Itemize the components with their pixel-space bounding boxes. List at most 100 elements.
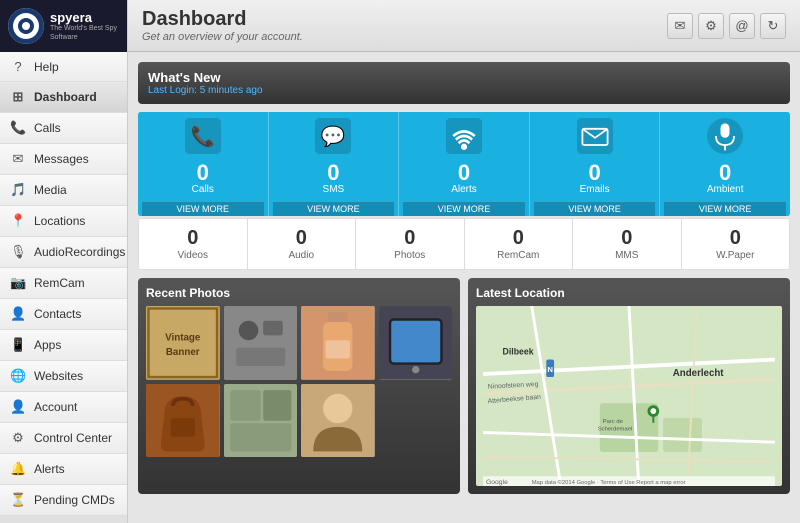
sidebar-label-apps: Apps: [34, 338, 61, 352]
sidebar-item-help[interactable]: ? Help: [0, 52, 127, 82]
contacts-icon: 👤: [10, 306, 26, 322]
controlcenter-icon: ⚙: [10, 430, 26, 446]
view-more-calls[interactable]: VIEW MORE: [142, 201, 264, 216]
stat-sms: 💬 0 SMS VIEW MORE: [269, 112, 400, 216]
at-icon-btn[interactable]: @: [729, 13, 755, 39]
wpaper-sec-label: W.Paper: [716, 250, 754, 261]
dashboard-icon: ⊞: [10, 89, 26, 105]
sidebar-label-help: Help: [34, 60, 59, 74]
svg-text:Banner: Banner: [166, 347, 200, 358]
ambient-label: Ambient: [707, 184, 744, 195]
alerts-value: 0: [458, 162, 470, 184]
sec-stat-photos: 0 Photos: [356, 219, 465, 269]
ambient-icon: [707, 118, 743, 160]
last-login-text: Last Login: 5 minutes ago: [148, 85, 780, 96]
mms-sec-label: MMS: [615, 250, 638, 261]
sec-stat-videos: 0 Videos: [139, 219, 248, 269]
sec-stat-wpaper: 0 W.Paper: [682, 219, 790, 269]
sidebar-label-alerts: Alerts: [34, 462, 65, 476]
sec-stat-audio: 0 Audio: [248, 219, 357, 269]
sidebar: spyera The World's Best Spy Software ? H…: [0, 0, 128, 523]
secondary-stats-row: 0 Videos 0 Audio 0 Photos 0 RemCam 0 MMS…: [138, 218, 790, 270]
sidebar-label-locations: Locations: [34, 214, 85, 228]
ambient-value: 0: [719, 162, 731, 184]
account-icon: 👤: [10, 399, 26, 415]
svg-text:Scherdemael: Scherdemael: [598, 427, 632, 433]
photo-thumb-4[interactable]: [379, 306, 453, 380]
photo-thumb-3[interactable]: [301, 306, 375, 380]
svg-text:Parc de: Parc de: [603, 419, 623, 425]
header-actions: ✉ ⚙ @ ↻: [667, 13, 786, 39]
view-more-emails[interactable]: VIEW MORE: [534, 201, 656, 216]
logo-icon: [8, 8, 44, 44]
sidebar-item-controlcenter[interactable]: ⚙ Control Center: [0, 423, 127, 454]
svg-text:Anderlecht: Anderlecht: [673, 368, 725, 379]
gear-icon-btn[interactable]: ⚙: [698, 13, 724, 39]
sidebar-item-locations[interactable]: 📍 Locations: [0, 206, 127, 237]
sidebar-item-media[interactable]: 🎵 Media: [0, 175, 127, 206]
help-icon: ?: [10, 59, 26, 74]
whats-new-title: What's New: [148, 70, 780, 85]
sidebar-item-contacts[interactable]: 👤 Contacts: [0, 299, 127, 330]
view-more-ambient[interactable]: VIEW MORE: [664, 201, 786, 216]
logo-name: spyera: [50, 10, 119, 26]
stat-calls: 📞 0 Calls VIEW MORE: [138, 112, 269, 216]
sidebar-label-pendingcmds: Pending CMDs: [34, 493, 115, 507]
sidebar-item-alerts[interactable]: 🔔 Alerts: [0, 454, 127, 485]
sidebar-item-apps[interactable]: 📱 Apps: [0, 330, 127, 361]
sidebar-label-dashboard: Dashboard: [34, 90, 97, 104]
photo-thumb-5[interactable]: [146, 384, 220, 458]
photo-grid: Vintage Banner: [146, 306, 452, 457]
sidebar-item-account[interactable]: 👤 Account: [0, 392, 127, 423]
photos-sec-value: 0: [404, 227, 415, 250]
calls-icon: 📞: [10, 120, 26, 136]
sec-stat-remcam: 0 RemCam: [465, 219, 574, 269]
photo-thumb-6[interactable]: [224, 384, 298, 458]
videos-sec-value: 0: [187, 227, 198, 250]
sec-stat-mms: 0 MMS: [573, 219, 682, 269]
svg-text:Map data ©2014 Google · Terms: Map data ©2014 Google · Terms of Use Rep…: [532, 479, 686, 486]
sidebar-item-pendingcmds[interactable]: ⏳ Pending CMDs: [0, 485, 127, 516]
sidebar-nav: ? Help ⊞ Dashboard 📞 Calls ✉ Messages 🎵 …: [0, 52, 127, 516]
page-subtitle: Get an overview of your account.: [142, 31, 303, 43]
media-icon: 🎵: [10, 182, 26, 198]
alerts-label: Alerts: [451, 184, 477, 195]
photo-thumb-2[interactable]: [224, 306, 298, 380]
photo-thumb-1[interactable]: Vintage Banner: [146, 306, 220, 380]
view-more-alerts[interactable]: VIEW MORE: [403, 201, 525, 216]
sidebar-label-messages: Messages: [34, 152, 89, 166]
primary-stats-row: 📞 0 Calls VIEW MORE 💬 0 SMS VIEW MORE 0 …: [138, 112, 790, 216]
sidebar-item-websites[interactable]: 🌐 Websites: [0, 361, 127, 392]
sms-icon: 💬: [315, 118, 351, 160]
svg-text:Vintage: Vintage: [165, 332, 201, 343]
videos-sec-label: Videos: [178, 250, 208, 261]
messages-icon: ✉: [10, 151, 26, 167]
sidebar-item-dashboard[interactable]: ⊞ Dashboard: [0, 82, 127, 113]
photo-thumb-7[interactable]: [301, 384, 375, 458]
calls-label: Calls: [192, 184, 214, 195]
view-more-sms[interactable]: VIEW MORE: [273, 201, 395, 216]
mms-sec-value: 0: [621, 227, 632, 250]
refresh-icon-btn[interactable]: ↻: [760, 13, 786, 39]
sidebar-item-remcam[interactable]: 📷 RemCam: [0, 268, 127, 299]
sms-label: SMS: [323, 184, 345, 195]
audiorecordings-icon: 🎙: [10, 244, 26, 260]
svg-text:💬: 💬: [321, 125, 346, 148]
sidebar-item-messages[interactable]: ✉ Messages: [0, 144, 127, 175]
bottom-row: Recent Photos VintageBanner Latest Locat…: [138, 278, 790, 494]
remcam-sec-value: 0: [513, 227, 524, 250]
sidebar-label-calls: Calls: [34, 121, 61, 135]
sidebar-label-media: Media: [34, 183, 67, 197]
svg-text:Google: Google: [486, 479, 508, 486]
latest-location-title: Latest Location: [476, 286, 782, 300]
sidebar-item-audiorecordings[interactable]: 🎙 AudioRecordings: [0, 237, 127, 268]
sidebar-item-calls[interactable]: 📞 Calls: [0, 113, 127, 144]
dashboard-content: What's New Last Login: 5 minutes ago 📞 0…: [128, 52, 800, 523]
alerts-icon: [446, 118, 482, 160]
sidebar-label-websites: Websites: [34, 369, 83, 383]
page-header: Dashboard Get an overview of your accoun…: [128, 0, 800, 52]
calls-value: 0: [197, 162, 209, 184]
wpaper-sec-value: 0: [730, 227, 741, 250]
email-icon-btn[interactable]: ✉: [667, 13, 693, 39]
remcam-icon: 📷: [10, 275, 26, 291]
